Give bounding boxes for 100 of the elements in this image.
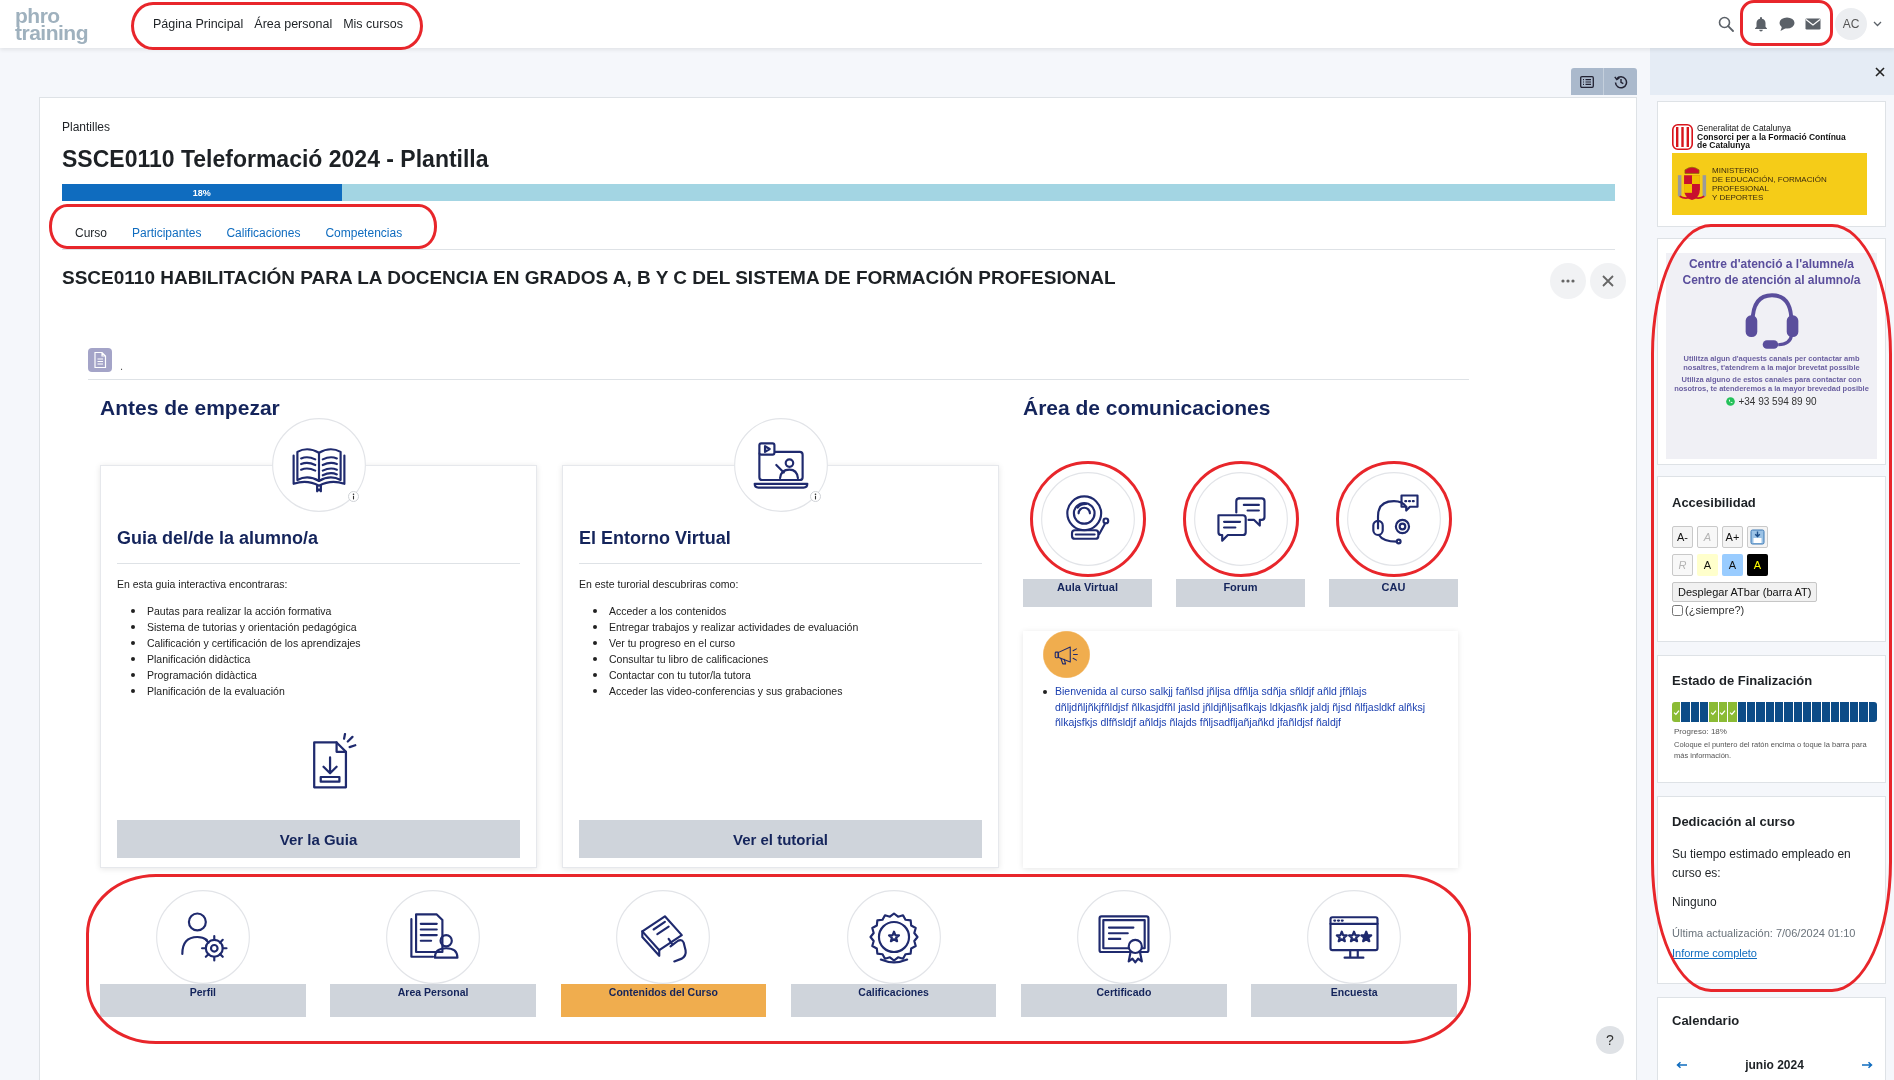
- bullet-icon: [131, 657, 135, 661]
- card-intro: En esta guia interactiva encontraras:: [117, 577, 289, 591]
- close-icon[interactable]: [1875, 66, 1885, 77]
- card-title: El Entorno Virtual: [579, 525, 982, 564]
- list-item: Acceder las video-conferencias y sus grabaciones: [609, 684, 843, 699]
- history-icon: [1613, 74, 1628, 89]
- tab[interactable]: Participantes: [119, 216, 214, 249]
- progress-segment[interactable]: [1793, 702, 1803, 722]
- shortcut-button[interactable]: Certificado: [1021, 984, 1227, 1017]
- atbar-button[interactable]: Desplegar ATbar (barra AT): [1672, 582, 1818, 602]
- progress-label: 18%: [192, 187, 211, 198]
- save-button[interactable]: [1747, 526, 1768, 548]
- nav-link[interactable]: Mis cursos: [343, 17, 403, 31]
- list-item: Acceder a los contenidos: [609, 604, 727, 619]
- progress-segment[interactable]: [1774, 702, 1784, 722]
- progress-segment[interactable]: [1803, 702, 1812, 722]
- card-button[interactable]: Ver la Guia: [117, 820, 520, 858]
- report-link[interactable]: Informe completo: [1672, 944, 1757, 962]
- monitor-stars-icon: [1307, 890, 1402, 984]
- badge-icon: [846, 890, 941, 984]
- nav-link[interactable]: Área personal: [254, 17, 333, 31]
- prev-arrow-icon[interactable]: [1676, 1061, 1688, 1069]
- block-title: Dedicación al curso: [1672, 813, 1796, 831]
- close-icon: [1602, 275, 1614, 287]
- list-item: Consultar tu libro de calificaciones: [609, 652, 769, 667]
- search-icon[interactable]: [1718, 16, 1734, 32]
- tab[interactable]: Calificaciones: [213, 216, 313, 249]
- logo-text: Y DEPORTES: [1712, 193, 1765, 202]
- shortcut-button[interactable]: Area Personal: [330, 984, 536, 1017]
- resource-link[interactable]: .: [120, 360, 124, 372]
- info-icon[interactable]: [347, 491, 359, 502]
- color-scheme-button[interactable]: A: [1697, 554, 1718, 576]
- book-hand-icon: [616, 890, 711, 984]
- history-button[interactable]: [1604, 68, 1637, 95]
- channel-button[interactable]: CAU: [1329, 579, 1458, 607]
- bullet-icon: [131, 625, 135, 629]
- list-item: Planificación de la evaluación: [147, 684, 285, 699]
- notification-bell-icon[interactable]: [1753, 16, 1769, 32]
- text-size-button[interactable]: A-: [1672, 526, 1693, 548]
- progress-segment[interactable]: [1821, 702, 1831, 722]
- progress-segment[interactable]: [1700, 702, 1709, 722]
- support-title: Centro de atención al alumno/a: [1682, 272, 1861, 288]
- progress-segment[interactable]: [1765, 702, 1774, 722]
- bullet-icon: [593, 625, 597, 629]
- card-intro: En este turorial descubriras como:: [579, 577, 740, 591]
- caret-icon[interactable]: [1873, 21, 1882, 27]
- logo-text: DE EDUCACIÓN, FORMACIÓN PROFESIONAL: [1712, 175, 1828, 193]
- phone-icon: [1726, 397, 1736, 407]
- shortcut-button[interactable]: Perfil: [100, 984, 306, 1017]
- school-bell-icon: [1040, 472, 1135, 566]
- tab[interactable]: Competencias: [312, 216, 415, 249]
- course-title: SSCE0110 Teleformació 2024 - Plantilla: [62, 145, 490, 174]
- chat-icon[interactable]: [1779, 16, 1795, 32]
- shortcut-button[interactable]: Calificaciones: [790, 984, 997, 1017]
- progress-segment[interactable]: [1737, 702, 1746, 722]
- list-item: Sistema de tutorias y orientación pedagógica: [147, 620, 357, 635]
- logo-text: MINISTERIO: [1712, 166, 1760, 175]
- progress-segment[interactable]: [1746, 702, 1756, 722]
- block-title: Calendario: [1672, 1012, 1741, 1030]
- nav-link[interactable]: Página Principal: [153, 17, 244, 31]
- color-scheme-button[interactable]: A: [1722, 554, 1743, 576]
- bullet-icon: [131, 673, 135, 677]
- channel-button[interactable]: Forum: [1176, 579, 1305, 607]
- mail-icon[interactable]: [1805, 16, 1821, 32]
- channel-button[interactable]: Aula Virtual: [1023, 579, 1152, 607]
- announcement-link[interactable]: Bienvenida al curso salkjj fañlsd jñljsa dfñlja sdñja sñldjf añld jfñlajs dñljdñljñkjfñldjsf ñlkasjdfñl jasld jñldjñljsaflkajs ldkjasñk jaldj ñjsd ñlfjasldkf alñksj ñlkajsfkjs dlfñsldjf añldjs ñlajds fñljsadfljañjañkd jfañldjsf ñaldjf: [1055, 684, 1442, 732]
- chat-bubbles-icon: [1193, 472, 1288, 566]
- progress-segment[interactable]: [1868, 702, 1877, 722]
- bullet-icon: [1043, 690, 1047, 694]
- list-item: Contactar con tu tutor/la tutora: [609, 668, 751, 683]
- timestamp-text: Última actualización: 7/06/2024 01:10: [1672, 926, 1857, 941]
- tab[interactable]: Curso: [62, 216, 119, 249]
- month-label: junio 2024: [1745, 1058, 1804, 1072]
- text-size-button[interactable]: A+: [1722, 526, 1743, 548]
- shortcut-button[interactable]: Contenidos del Curso: [560, 984, 767, 1017]
- progress-segment[interactable]: [1831, 702, 1840, 722]
- progress-text: Progreso: 18%: [1673, 727, 1728, 736]
- breadcrumb-link[interactable]: Plantilles: [62, 120, 111, 134]
- user-avatar[interactable]: AC: [1835, 8, 1867, 40]
- close-button[interactable]: [1590, 263, 1626, 299]
- progress-segment[interactable]: [1690, 702, 1700, 722]
- progress-segment[interactable]: [1849, 702, 1859, 722]
- color-scheme-button[interactable]: A: [1747, 554, 1768, 576]
- block-list-button[interactable]: [1571, 68, 1604, 95]
- headset-icon: [1346, 472, 1441, 566]
- shortcut-button[interactable]: Encuesta: [1251, 984, 1457, 1017]
- certificate-icon: [1076, 890, 1171, 984]
- striped-emblem-icon: [1672, 124, 1693, 150]
- checkbox[interactable]: [1672, 604, 1683, 616]
- bullet-icon: [593, 689, 597, 693]
- card-button[interactable]: Ver el tutorial: [579, 820, 982, 858]
- list-item: Programación didàctica: [147, 668, 257, 683]
- document-user-icon: [386, 890, 481, 984]
- info-icon[interactable]: [809, 491, 821, 502]
- list-item: Pautas para realizar la acción formativa: [147, 604, 332, 619]
- next-arrow-icon[interactable]: [1861, 1061, 1873, 1069]
- support-panel[interactable]: [1666, 253, 1877, 459]
- bullet-icon: [131, 641, 135, 645]
- logo-text: de Catalunya: [1697, 141, 1751, 150]
- block-title: Estado de Finalización: [1672, 672, 1814, 690]
